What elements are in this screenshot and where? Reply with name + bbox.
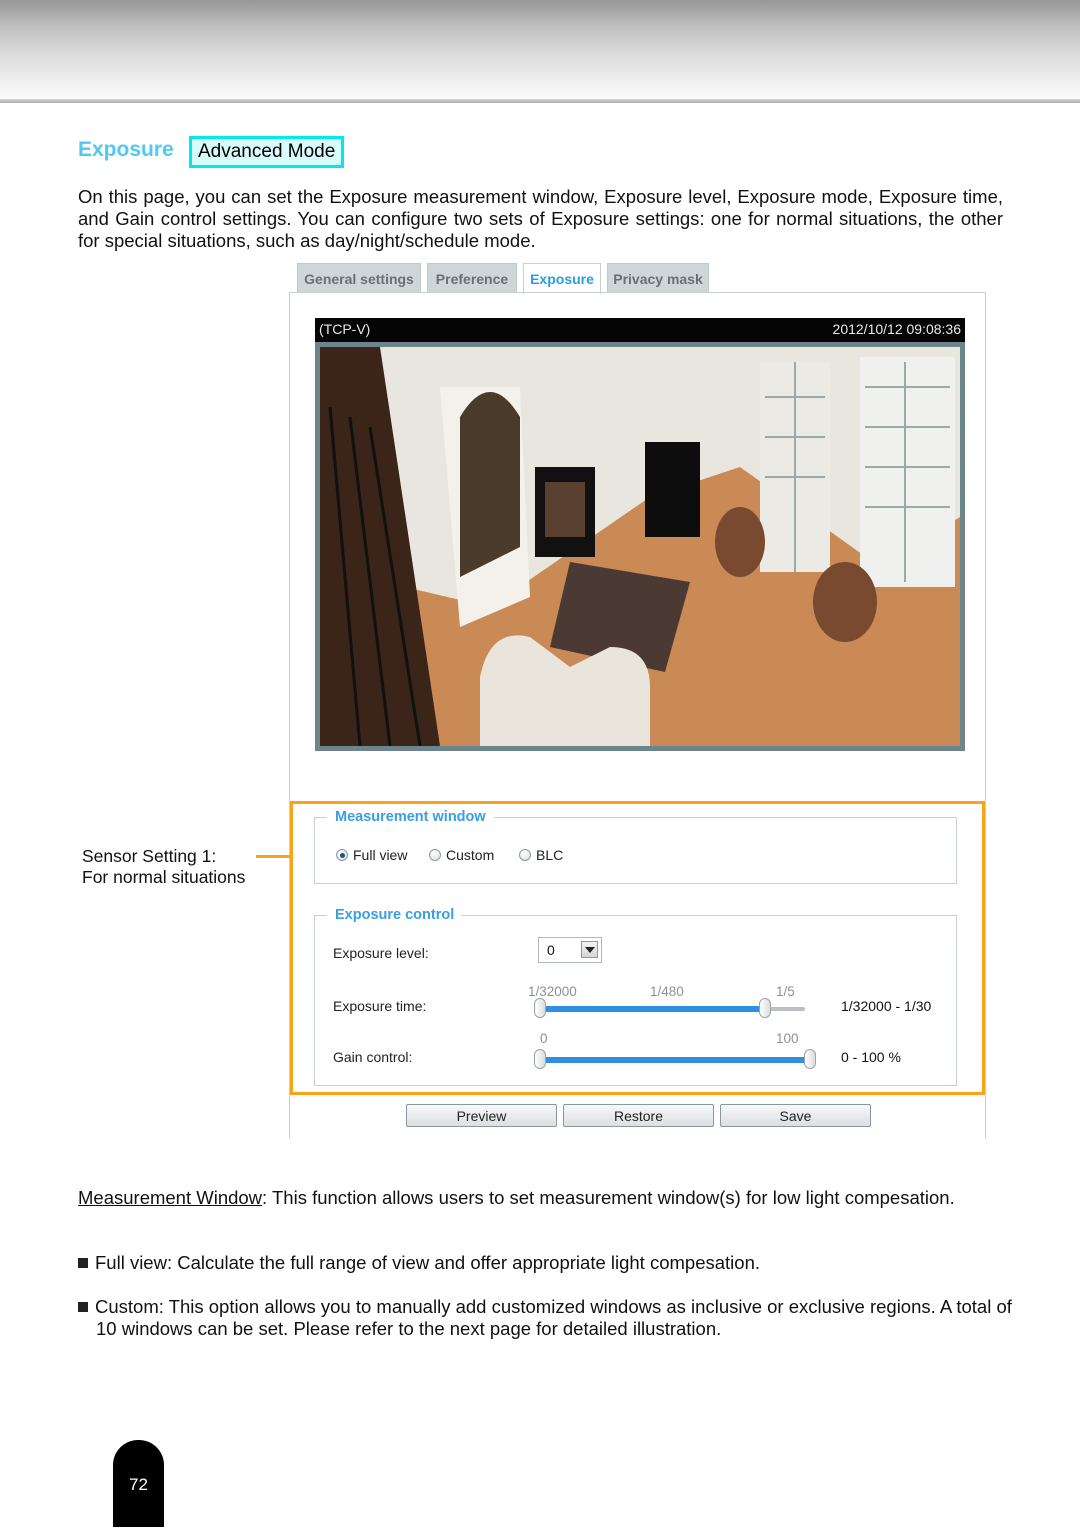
- measurement-window-fieldset: [314, 817, 957, 884]
- page-number: 72: [113, 1440, 164, 1527]
- gain-tick-min: 0: [540, 1031, 548, 1046]
- camera-frame: [315, 342, 965, 751]
- bullet-full-view-text: Full view: Calculate the full range of v…: [95, 1252, 760, 1273]
- gain-range-text: 0 - 100 %: [841, 1049, 901, 1065]
- square-bullet-icon: [78, 1258, 88, 1268]
- exposure-time-tick-mid: 1/480: [650, 984, 684, 999]
- radio-button-icon[interactable]: [429, 849, 441, 861]
- square-bullet-icon: [78, 1302, 88, 1312]
- live-camera-view[interactable]: [320, 347, 960, 746]
- header-divider: [0, 99, 1080, 103]
- restore-button[interactable]: Restore: [563, 1104, 714, 1127]
- exposure-level-label: Exposure level:: [333, 945, 429, 961]
- tab-privacy-mask[interactable]: Privacy mask: [607, 263, 709, 292]
- camera-timestamp: 2012/10/12 09:08:36: [832, 321, 961, 337]
- measurement-window-term: Measurement Window: [78, 1187, 263, 1208]
- radio-button-checked-icon[interactable]: [336, 849, 348, 861]
- exposure-level-select[interactable]: 0: [538, 937, 602, 963]
- section-title: Exposure: [78, 138, 174, 161]
- exposure-time-tick-min: 1/32000: [528, 984, 577, 999]
- callout-line-1: Sensor Setting 1:: [82, 846, 217, 866]
- gain-tick-max: 100: [776, 1031, 799, 1046]
- camera-name: (TCP-V): [319, 321, 371, 337]
- exposure-time-range-text: 1/32000 - 1/30: [841, 998, 932, 1014]
- tab-preference[interactable]: Preference: [427, 263, 517, 292]
- exposure-time-tick-max: 1/5: [776, 984, 795, 999]
- gain-slider-fill: [540, 1057, 810, 1063]
- tab-general-settings[interactable]: General settings: [297, 263, 421, 292]
- living-room-scene-icon: [320, 347, 960, 746]
- callout-connector: [256, 855, 290, 858]
- radio-custom[interactable]: Custom: [429, 847, 494, 863]
- bullet-full-view: Full view: Calculate the full range of v…: [78, 1252, 1003, 1274]
- exposure-time-max-handle[interactable]: [759, 998, 772, 1018]
- exposure-time-slider-fill: [540, 1006, 766, 1012]
- bullet-custom-text: Custom: This option allows you to manual…: [95, 1296, 1012, 1339]
- chevron-down-icon[interactable]: [581, 941, 598, 958]
- page-header-band: [0, 0, 1080, 100]
- measurement-window-description: Measurement Window: This function allows…: [78, 1187, 1003, 1209]
- gain-control-label: Gain control:: [333, 1049, 413, 1065]
- exposure-time-min-handle[interactable]: [534, 998, 546, 1018]
- bullet-custom: Custom: This option allows you to manual…: [78, 1296, 1021, 1340]
- camera-title-bar: (TCP-V) 2012/10/12 09:08:36: [315, 318, 965, 342]
- callout-line-2: For normal situations: [82, 867, 246, 887]
- measurement-window-text: : This function allows users to set meas…: [262, 1187, 955, 1208]
- sensor-setting-callout: Sensor Setting 1: For normal situations: [82, 846, 245, 888]
- radio-full-view-label: Full view: [353, 847, 408, 863]
- radio-blc[interactable]: BLC: [519, 847, 563, 863]
- exposure-level-value: 0: [547, 942, 555, 958]
- preview-button[interactable]: Preview: [406, 1104, 557, 1127]
- save-button[interactable]: Save: [720, 1104, 871, 1127]
- exposure-time-label: Exposure time:: [333, 998, 427, 1014]
- measurement-window-legend: Measurement window: [327, 809, 494, 825]
- exposure-control-legend: Exposure control: [327, 907, 463, 923]
- gain-min-handle[interactable]: [534, 1049, 546, 1069]
- radio-blc-label: BLC: [536, 847, 564, 863]
- radio-custom-label: Custom: [446, 847, 495, 863]
- gain-max-handle[interactable]: [804, 1049, 816, 1069]
- advanced-mode-badge: Advanced Mode: [189, 136, 345, 168]
- radio-button-icon[interactable]: [519, 849, 531, 861]
- radio-full-view[interactable]: Full view: [336, 847, 407, 863]
- intro-paragraph: On this page, you can set the Exposure m…: [78, 186, 1003, 251]
- tab-exposure[interactable]: Exposure: [523, 263, 601, 294]
